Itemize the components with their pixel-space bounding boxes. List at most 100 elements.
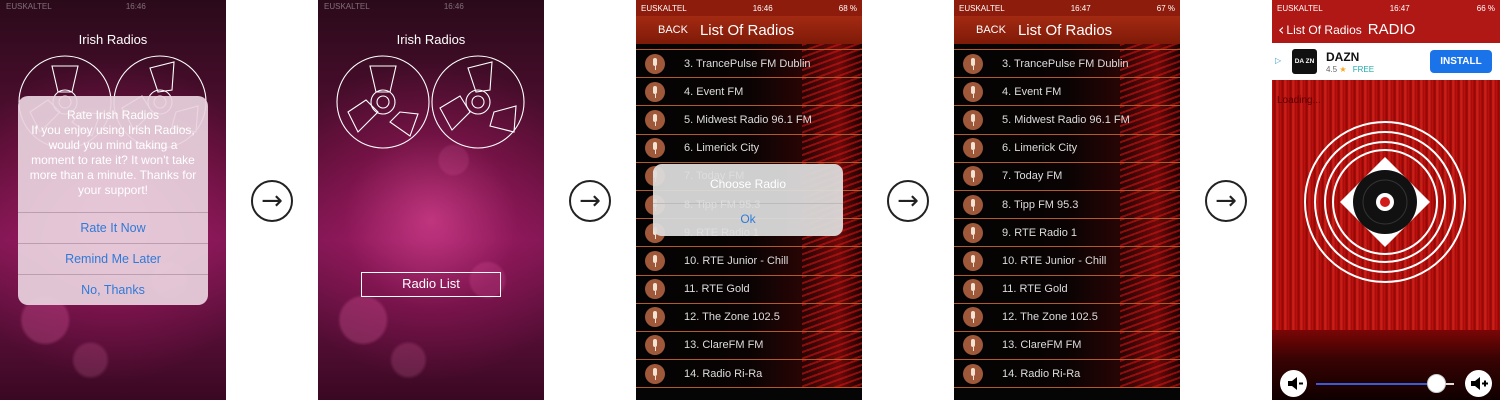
ad-app-name: DAZN xyxy=(1326,50,1360,64)
radio-list-item[interactable]: 3. TrancePulse FM Dublin xyxy=(636,50,862,79)
microphone-icon xyxy=(645,335,665,356)
volume-up-icon[interactable] xyxy=(1465,370,1492,397)
radio-name: 5. Midwest Radio 96.1 FM xyxy=(684,113,812,126)
microphone-icon xyxy=(645,53,665,74)
radio-list-button[interactable]: Radio List xyxy=(361,272,501,297)
radio-list-item[interactable]: 8. Tipp FM 95.3 xyxy=(954,190,1180,220)
radio-list-item[interactable]: 14. Radio Ri-Ra xyxy=(954,360,1180,389)
radio-list-item[interactable]: 11. RTE Gold xyxy=(636,275,862,304)
microphone-icon xyxy=(963,109,983,130)
radio-list-item[interactable]: 3. TrancePulse FM Dublin xyxy=(954,50,1180,79)
volume-down-icon[interactable] xyxy=(1280,370,1307,397)
radio-name: 7. Today FM xyxy=(684,170,745,183)
back-button[interactable]: BACK xyxy=(976,24,1006,36)
radio-list-item[interactable]: 13. ClareFM FM xyxy=(636,331,862,361)
screen-player: EUSKALTEL 16:47 66 % ‹ List Of Radios RA… xyxy=(1272,0,1500,400)
microphone-icon xyxy=(963,335,983,356)
radio-name: 5. Midwest Radio 96.1 FM xyxy=(1002,113,1130,126)
microphone-icon xyxy=(963,363,983,384)
radio-list-item[interactable]: 7. Today FM xyxy=(954,162,1180,191)
radio-list-item[interactable]: 14. Radio Ri-Ra xyxy=(636,360,862,389)
status-battery: 66 % xyxy=(1476,3,1495,13)
microphone-icon xyxy=(963,194,983,215)
radio-list-item[interactable]: 5. Midwest Radio 96.1 FM xyxy=(636,106,862,135)
status-carrier: EUSKALTEL xyxy=(641,3,687,13)
radio-name: 7. Today FM xyxy=(1002,170,1063,183)
vinyl-disc-icon[interactable] xyxy=(1300,117,1470,287)
screen-home: EUSKALTEL 16:46 Irish Radios Radio List xyxy=(318,0,544,400)
radio-name: 8. Tipp FM 95.3 xyxy=(1002,198,1079,211)
chevron-left-icon[interactable]: ‹ xyxy=(1278,20,1284,39)
status-carrier: EUSKALTEL xyxy=(6,2,52,11)
status-time: 16:47 xyxy=(1389,3,1410,13)
adchoices-icon[interactable]: ▷ xyxy=(1275,56,1281,65)
radio-list-item[interactable]: 13. ClareFM FM xyxy=(954,331,1180,361)
arrow-right-circle-icon: → xyxy=(251,180,293,222)
nav-bar: ‹ List Of Radios RADIO xyxy=(1272,16,1500,43)
screen-radio-list: EUSKALTEL 16:47 67 % BACK List Of Radios… xyxy=(954,0,1180,400)
status-carrier: EUSKALTEL xyxy=(1277,3,1323,13)
radio-list-item[interactable]: 4. Event FM xyxy=(636,78,862,107)
radio-name: 4. Event FM xyxy=(1002,85,1062,98)
no-thanks-button[interactable]: No, Thanks xyxy=(18,274,208,305)
radio-list-item[interactable]: 10. RTE Junior - Chill xyxy=(636,247,862,276)
radio-list-item[interactable]: 5. Midwest Radio 96.1 FM xyxy=(954,106,1180,135)
radio-name: 9. RTE Radio 1 xyxy=(684,226,760,239)
status-time: 16:46 xyxy=(125,2,146,11)
microphone-icon xyxy=(645,279,665,300)
volume-slider-track[interactable] xyxy=(1316,383,1437,385)
microphone-icon xyxy=(963,81,983,102)
rate-dialog: Rate Irish Radios If you enjoy using Iris… xyxy=(18,96,208,305)
ad-banner[interactable]: ▷ DA ZN DAZN 4.5 ★ FREE INSTALL xyxy=(1272,43,1500,80)
radio-list-item[interactable]: 10. RTE Junior - Chill xyxy=(954,247,1180,276)
remind-later-button[interactable]: Remind Me Later xyxy=(18,243,208,274)
microphone-icon xyxy=(645,307,665,328)
status-bar: EUSKALTEL 16:46 xyxy=(318,0,544,14)
nav-bar: BACK List Of Radios xyxy=(954,16,1180,44)
status-bar: EUSKALTEL 16:46 xyxy=(0,0,226,14)
radio-name: 8. Tipp FM 95.3 xyxy=(684,198,761,211)
status-battery: 67 % xyxy=(1156,3,1175,13)
radio-list-item[interactable]: 12. The Zone 102.5 xyxy=(954,303,1180,332)
loading-text: Loading... xyxy=(1277,95,1321,106)
arrow-right-circle-icon: → xyxy=(569,180,611,222)
microphone-icon xyxy=(963,279,983,300)
radio-list-item[interactable]: 6. Limerick City xyxy=(636,134,862,163)
app-title: Irish Radios xyxy=(396,32,466,47)
microphone-icon xyxy=(963,138,983,159)
radio-list-item[interactable]: 12. The Zone 102.5 xyxy=(636,303,862,332)
arrow-right-circle-icon: → xyxy=(887,180,929,222)
status-bar: EUSKALTEL 16:47 66 % xyxy=(1272,0,1500,16)
status-bar: EUSKALTEL 16:46 68 % xyxy=(636,0,862,16)
status-time: 16:47 xyxy=(1070,3,1091,13)
microphone-icon xyxy=(645,138,665,159)
microphone-icon xyxy=(645,363,665,384)
nav-title: List Of Radios xyxy=(699,21,795,39)
rate-now-button[interactable]: Rate It Now xyxy=(18,212,208,243)
install-button[interactable]: INSTALL xyxy=(1430,50,1492,73)
rate-dialog-message: Rate Irish Radios If you enjoy using Iris… xyxy=(29,108,197,197)
ad-rating: 4.5 ★ FREE xyxy=(1326,65,1374,74)
microphone-icon xyxy=(963,166,983,187)
microphone-icon xyxy=(963,222,983,243)
status-carrier: EUSKALTEL xyxy=(959,3,1005,13)
ad-price: FREE xyxy=(1352,65,1375,74)
screen-rate-dialog: EUSKALTEL 16:46 Irish Radios Rate Irish … xyxy=(0,0,226,400)
volume-slider-thumb[interactable] xyxy=(1427,374,1446,393)
radio-name: 10. RTE Junior - Chill xyxy=(684,254,789,267)
screen-radio-list-dialog: EUSKALTEL 16:46 68 % BACK List Of Radios… xyxy=(636,0,862,400)
radio-list-item[interactable]: 11. RTE Gold xyxy=(954,275,1180,304)
back-button[interactable]: List Of Radios xyxy=(1286,23,1361,37)
radio-list-item[interactable]: 4. Event FM xyxy=(954,78,1180,107)
status-battery: 68 % xyxy=(838,3,857,13)
radio-name: 13. ClareFM FM xyxy=(684,339,764,352)
radio-name: 4. Event FM xyxy=(684,85,744,98)
ad-logo: DA ZN xyxy=(1292,49,1317,74)
microphone-icon xyxy=(963,250,983,271)
microphone-icon xyxy=(645,109,665,130)
ad-rating-value: 4.5 xyxy=(1326,65,1338,74)
radio-list-item[interactable]: 6. Limerick City xyxy=(954,134,1180,163)
nav-title: RADIO xyxy=(1367,21,1416,38)
radio-list-item[interactable]: 9. RTE Radio 1 xyxy=(954,219,1180,248)
back-button[interactable]: BACK xyxy=(658,24,688,36)
